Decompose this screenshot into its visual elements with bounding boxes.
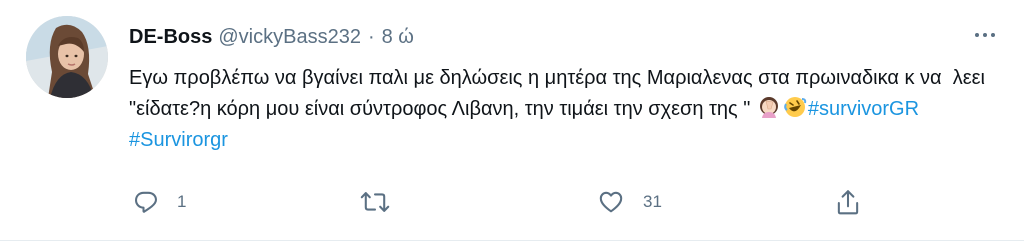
woman-facepalming-emoji bbox=[759, 97, 778, 118]
tweet-header: DE-Boss @vickyBass232 · 8 ώ bbox=[129, 24, 414, 50]
reply-button[interactable]: 1 bbox=[133, 185, 186, 219]
like-button[interactable]: 31 bbox=[597, 185, 662, 219]
user-handle[interactable]: @vickyBass232 bbox=[218, 26, 361, 49]
avatar-image bbox=[26, 16, 108, 98]
reply-icon bbox=[135, 191, 157, 213]
avatar[interactable] bbox=[26, 16, 108, 98]
separator-dot: · bbox=[367, 25, 375, 48]
tweet-actions: 1 31 bbox=[129, 185, 889, 219]
like-count: 31 bbox=[643, 192, 662, 211]
display-name[interactable]: DE-Boss bbox=[129, 26, 212, 49]
more-icon[interactable] bbox=[970, 25, 1000, 45]
hashtag-survirorgr[interactable]: #Survirorgr bbox=[129, 129, 228, 151]
timestamp[interactable]: 8 ώ bbox=[382, 26, 414, 49]
reply-count: 1 bbox=[177, 192, 187, 211]
share-button[interactable] bbox=[835, 185, 879, 219]
retweet-button[interactable] bbox=[359, 185, 409, 219]
hashtag-survivorgr[interactable]: #survivorGR bbox=[808, 98, 919, 120]
rolling-on-floor-laughing-emoji bbox=[784, 97, 807, 117]
like-icon bbox=[599, 191, 623, 213]
share-icon bbox=[837, 190, 859, 215]
tweet[interactable]: DE-Boss @vickyBass232 · 8 ώ Εγω προβλέπω… bbox=[0, 0, 1024, 241]
retweet-icon bbox=[360, 192, 390, 212]
tweet-text: Εγω προβλέπω να βγαίνει παλι με δηλώσεις… bbox=[129, 63, 999, 156]
